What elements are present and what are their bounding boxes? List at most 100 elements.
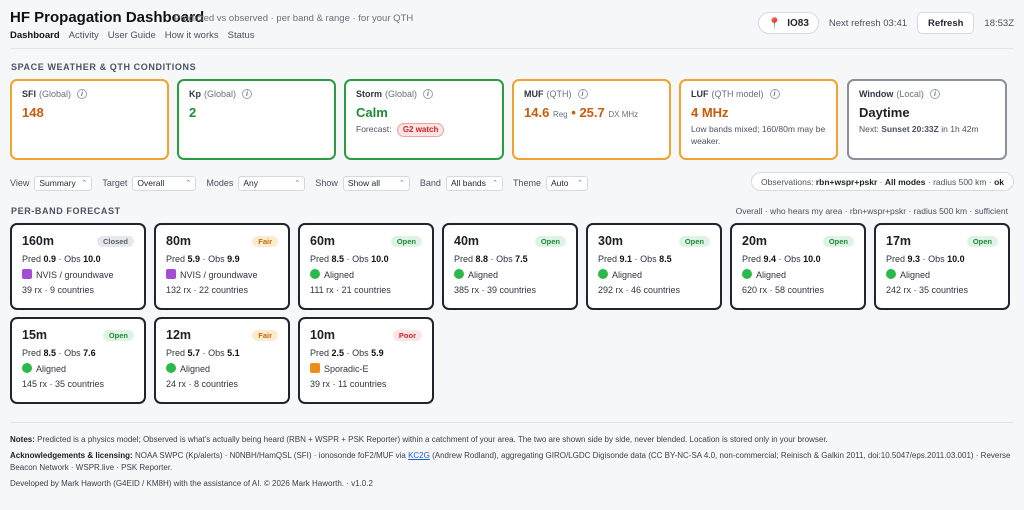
controls-bar: View Summary ⌃ Target Overall ⌃ Modes Any ⌃… (10, 172, 1014, 192)
chevron-down-icon: ⌃ (492, 180, 498, 187)
footer-divider (10, 422, 1014, 423)
window-next: Next: Sunset 20:33Z in 1h 42m (859, 124, 979, 134)
sfi-card: SFI (Global) i 148 (10, 79, 169, 160)
nav-status[interactable]: Status (228, 30, 255, 41)
modes-select[interactable]: Any ⌃ (238, 175, 306, 191)
band-status-badge: Open (102, 330, 134, 341)
info-icon[interactable]: i (423, 89, 434, 99)
band-mode: Aligned (166, 363, 278, 375)
band-status-badge: Open (822, 236, 854, 247)
info-icon[interactable]: i (242, 89, 253, 99)
footer-credit: Developed by Mark Haworth (G4EID / KM8H)… (10, 479, 373, 488)
nav-user-guide[interactable]: User Guide (108, 30, 156, 41)
band-card-160m[interactable]: 160m Closed Pred 0.9 · Obs 10.0 NVIS / grou… (10, 223, 146, 310)
band-card-80m[interactable]: 80m Fair Pred 5.9 · Obs 9.9 NVIS / groundwa… (154, 223, 290, 310)
band-mode: NVIS / groundwave (166, 269, 278, 281)
footer-acknowledgements: Acknowledgements & licensing: NOAA SWPC … (10, 451, 1011, 472)
view-select[interactable]: Summary ⌃ (34, 175, 93, 191)
band-status-badge: Closed (96, 236, 134, 247)
observations-status: Observations: rbn+wspr+pskr · All modes … (751, 172, 1014, 191)
location-pin-icon: 📍 (767, 17, 782, 30)
band-mode: Aligned (598, 269, 710, 281)
band-stats: 39 rx · 9 countries (22, 285, 95, 295)
purple-square-icon (22, 269, 32, 279)
band-card-20m[interactable]: 20m Open Pred 9.4 · Obs 10.0 Aligned 620 rx … (730, 223, 866, 310)
muf-card: MUF (QTH) i 14.6 Reg • 25.7 DX MHz (512, 79, 671, 160)
band-stats: 620 rx · 58 countries (742, 285, 825, 295)
band-pred-obs: Pred 0.9 · Obs 10.0 (22, 254, 101, 264)
nav-activity[interactable]: Activity (69, 30, 99, 41)
band-card-10m[interactable]: 10m Poor Pred 2.5 · Obs 5.9 Sporadic-E 39 rx… (298, 317, 434, 404)
window-card: Window (Local) i Daytime Next: Sunset 20:… (847, 79, 1007, 160)
kc2g-link[interactable]: KC2G (408, 451, 430, 460)
band-mode: Aligned (886, 269, 998, 281)
next-refresh-countdown: Next refresh 03:41 (828, 17, 908, 29)
modes-label: Modes (206, 178, 234, 188)
sfi-label: SFI (Global) i (22, 89, 157, 99)
chevron-down-icon: ⌃ (399, 180, 405, 187)
nav-dashboard[interactable]: Dashboard (10, 30, 60, 41)
view-label: View (10, 178, 30, 188)
nav-how-it-works[interactable]: How it works (165, 30, 219, 41)
show-select[interactable]: Show all ⌃ (342, 175, 410, 191)
band-card-40m[interactable]: 40m Open Pred 8.8 · Obs 7.5 Aligned 385 rx ·… (442, 223, 578, 310)
storm-value: Calm (356, 105, 388, 120)
band-pred-obs: Pred 9.3 · Obs 10.0 (886, 254, 965, 264)
band-stats: 242 rx · 35 countries (886, 285, 969, 295)
green-circle-icon (598, 269, 608, 279)
kp-label: Kp (Global) i (189, 89, 324, 99)
band-status-badge: Fair (252, 236, 278, 247)
theme-select[interactable]: Auto ⌃ (545, 175, 588, 191)
band-mode: Aligned (742, 269, 854, 281)
locator-button[interactable]: 📍 IO83 (757, 12, 819, 34)
chevron-down-icon: ⌃ (81, 180, 88, 187)
luf-label: LUF (QTH model) i (691, 89, 826, 99)
band-card-17m[interactable]: 17m Open Pred 9.3 · Obs 10.0 Aligned 242 rx … (874, 223, 1010, 310)
band-stats: 292 rx · 46 countries (598, 285, 681, 295)
app-subtitle: Predicted vs observed · per band & range… (174, 13, 414, 24)
band-status-badge: Poor (392, 330, 422, 341)
band-card-60m[interactable]: 60m Open Pred 8.5 · Obs 10.0 Aligned 111 rx … (298, 223, 434, 310)
band-mode: Aligned (22, 363, 134, 375)
band-stats: 39 rx · 11 countries (310, 379, 387, 389)
info-icon[interactable]: i (577, 89, 588, 99)
band-status-badge: Open (678, 236, 710, 247)
band-card-15m[interactable]: 15m Open Pred 8.5 · Obs 7.6 Aligned 145 rx ·… (10, 317, 146, 404)
green-circle-icon (454, 269, 464, 279)
target-select[interactable]: Overall ⌃ (132, 175, 197, 191)
band-pred-obs: Pred 2.5 · Obs 5.9 (310, 348, 384, 358)
luf-note: Low bands mixed; 160/80m may be weaker. (691, 124, 826, 146)
kp-card: Kp (Global) i 2 (177, 79, 336, 160)
storm-forecast: Forecast: G2 watch (356, 123, 492, 137)
bands-section-title: PER-BAND FORECAST (11, 206, 121, 216)
band-card-30m[interactable]: 30m Open Pred 9.1 · Obs 8.5 Aligned 292 rx ·… (586, 223, 722, 310)
band-stats: 111 rx · 21 countries (310, 285, 391, 295)
footer-notes: Notes: Predicted is a physics model; Obs… (10, 435, 828, 444)
purple-square-icon (166, 269, 176, 279)
storm-card: Storm (Global) i Calm Forecast: G2 watch (344, 79, 504, 160)
chevron-down-icon: ⌃ (577, 180, 583, 187)
band-mode: NVIS / groundwave (22, 269, 134, 281)
band-mode: Aligned (310, 269, 422, 281)
header-divider (10, 48, 1014, 49)
top-nav: Dashboard Activity User Guide How it wor… (10, 30, 255, 41)
info-icon[interactable]: i (929, 89, 940, 99)
locator-value: IO83 (787, 17, 809, 29)
band-pred-obs: Pred 8.8 · Obs 7.5 (454, 254, 528, 264)
show-label: Show (315, 178, 338, 188)
band-card-12m[interactable]: 12m Fair Pred 5.7 · Obs 5.1 Aligned 24 rx · … (154, 317, 290, 404)
storm-label: Storm (Global) i (356, 89, 492, 99)
refresh-button[interactable]: Refresh (917, 12, 975, 34)
band-select[interactable]: All bands ⌃ (445, 175, 503, 191)
green-circle-icon (310, 269, 320, 279)
green-circle-icon (166, 363, 176, 373)
sfi-value: 148 (22, 105, 44, 120)
luf-card: LUF (QTH model) i 4 MHz Low bands mixed; … (679, 79, 838, 160)
window-value: Daytime (859, 105, 910, 120)
chevron-down-icon: ⌃ (185, 180, 192, 187)
info-icon[interactable]: i (77, 89, 88, 99)
info-icon[interactable]: i (769, 89, 780, 99)
band-stats: 145 rx · 35 countries (22, 379, 105, 389)
band-mode: Aligned (454, 269, 566, 281)
band-pred-obs: Pred 8.5 · Obs 7.6 (22, 348, 96, 358)
